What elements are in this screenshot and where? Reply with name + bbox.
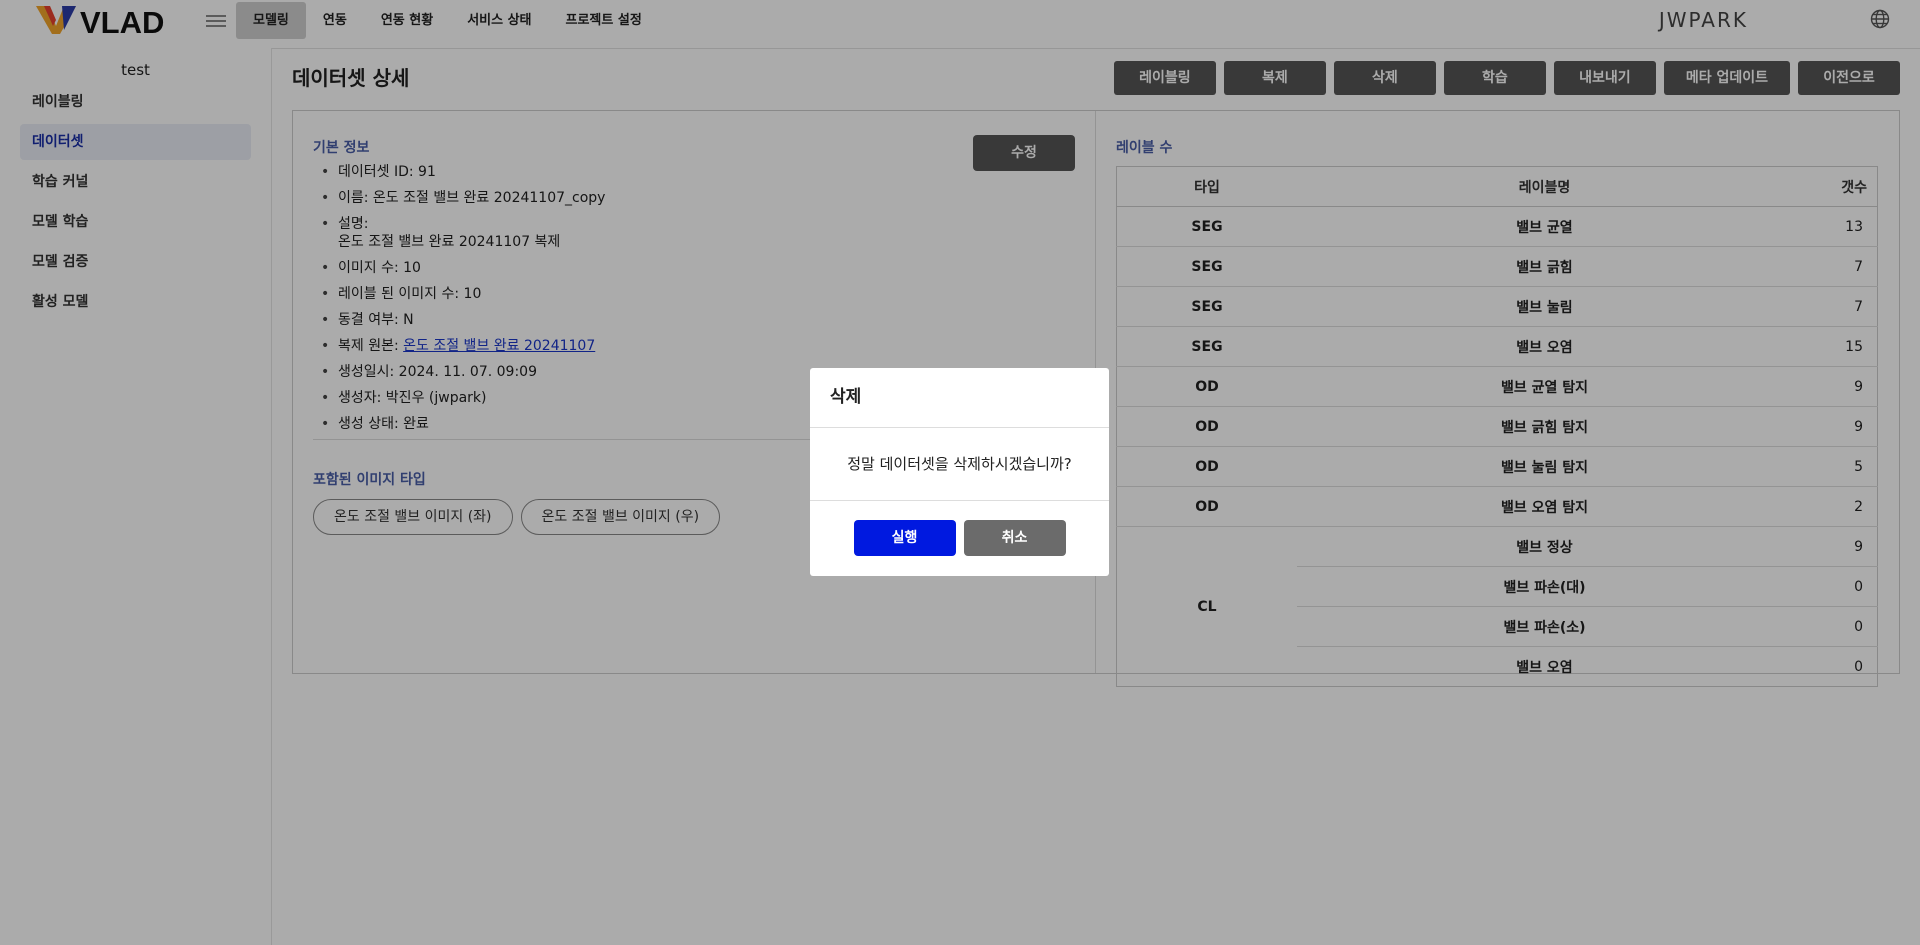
dialog-footer: 실행 취소 <box>810 520 1109 556</box>
cancel-button[interactable]: 취소 <box>963 520 1066 556</box>
delete-confirm-dialog: 삭제 정말 데이터셋을 삭제하시겠습니까? 실행 취소 <box>810 368 1109 576</box>
dialog-title: 삭제 <box>810 368 1109 428</box>
execute-button[interactable]: 실행 <box>853 520 956 556</box>
dialog-message: 정말 데이터셋을 삭제하시겠습니까? <box>810 428 1109 501</box>
